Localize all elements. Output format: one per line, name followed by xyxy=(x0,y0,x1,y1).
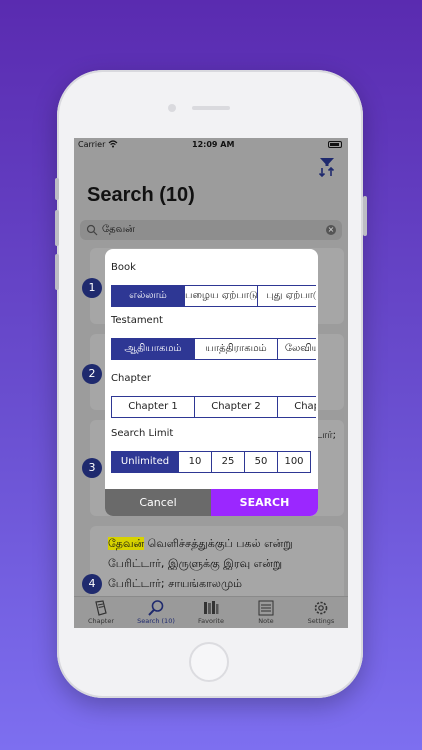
tab-bar: Chapter Search (10) Favorite Note Settin… xyxy=(74,596,348,628)
carrier-label: Carrier xyxy=(78,140,106,149)
book-option-all[interactable]: எல்லாம் xyxy=(111,285,185,307)
search-icon xyxy=(86,224,98,236)
list-icon xyxy=(258,600,274,616)
limit-option-10[interactable]: 10 xyxy=(178,451,212,473)
result-number-badge: 1 xyxy=(82,278,102,298)
search-input[interactable] xyxy=(102,222,312,238)
chapter-segmented-control: Chapter 1 Chapter 2 Chapter 3 xyxy=(111,396,316,418)
tab-label: Settings xyxy=(307,617,335,625)
testament-section-label: Testament xyxy=(111,315,163,326)
books-icon xyxy=(204,601,219,614)
limit-option-50[interactable]: 50 xyxy=(244,451,278,473)
result-verse-text: தேவன் வெளிச்சத்துக்குப் பகல் என்று பேரிட… xyxy=(108,534,330,594)
limit-option-unlimited[interactable]: Unlimited xyxy=(111,451,179,473)
book-section-label: Book xyxy=(111,262,136,273)
camera-icon xyxy=(168,104,176,112)
wifi-icon xyxy=(108,140,118,148)
book-segmented-control: எல்லாம் பழைய ஏற்பாடு புது ஏற்பாடு xyxy=(111,285,316,307)
chapter-option-3[interactable]: Chapter 3 xyxy=(277,396,316,418)
clear-search-icon[interactable]: × xyxy=(326,225,336,235)
search-limit-section-label: Search Limit xyxy=(111,428,174,439)
mute-switch xyxy=(55,178,59,200)
tab-chapter[interactable]: Chapter xyxy=(74,597,128,628)
book-option-old-testament[interactable]: பழைய ஏற்பாடு xyxy=(184,285,258,307)
tab-label: Search (10) xyxy=(137,617,175,625)
tab-label: Note xyxy=(258,617,274,625)
tab-settings[interactable]: Settings xyxy=(294,597,348,628)
tab-note[interactable]: Note xyxy=(239,597,293,628)
search-bar[interactable]: × xyxy=(80,220,342,240)
result-number-badge: 2 xyxy=(82,364,102,384)
search-highlight: தேவன் xyxy=(108,537,145,550)
book-option-new-testament[interactable]: புது ஏற்பாடு xyxy=(257,285,316,307)
testament-option-genesis[interactable]: ஆதியாகமம் xyxy=(111,338,195,360)
volume-up-button xyxy=(55,210,59,246)
gear-icon xyxy=(314,601,328,615)
chapter-option-1[interactable]: Chapter 1 xyxy=(111,396,195,418)
search-options-dialog: Book எல்லாம் பழைய ஏற்பாடு புது ஏற்பாடு T… xyxy=(105,249,318,516)
tab-search[interactable]: Search (10) xyxy=(129,597,183,628)
limit-option-100[interactable]: 100 xyxy=(277,451,311,473)
chapter-option-2[interactable]: Chapter 2 xyxy=(194,396,278,418)
testament-option-exodus[interactable]: யாத்திராகமம் xyxy=(194,338,278,360)
tab-favorite[interactable]: Favorite xyxy=(184,597,238,628)
chapter-section-label: Chapter xyxy=(111,373,151,384)
cancel-button[interactable]: Cancel xyxy=(105,489,211,516)
limit-option-25[interactable]: 25 xyxy=(211,451,245,473)
tab-label: Chapter xyxy=(88,617,114,625)
magnifier-icon xyxy=(148,600,164,616)
home-button[interactable] xyxy=(189,642,229,682)
battery-icon xyxy=(328,141,342,148)
search-limit-segmented-control: Unlimited 10 25 50 100 xyxy=(111,451,316,473)
status-bar: Carrier 12:09 AM xyxy=(74,138,348,152)
search-button[interactable]: SEARCH xyxy=(211,489,318,516)
speaker-grille xyxy=(192,106,230,110)
result-number-badge: 3 xyxy=(82,458,102,478)
power-button xyxy=(363,196,367,236)
book-icon xyxy=(95,600,107,616)
tab-label: Favorite xyxy=(198,617,224,625)
result-number-badge: 4 xyxy=(82,574,102,594)
testament-option-leviticus[interactable]: லேவியராகமம் xyxy=(277,338,316,360)
volume-down-button xyxy=(55,254,59,290)
page-title: Search (10) xyxy=(87,184,195,206)
clock: 12:09 AM xyxy=(192,140,235,149)
filter-sort-icon[interactable] xyxy=(316,156,338,178)
testament-segmented-control: ஆதியாகமம் யாத்திராகமம் லேவியராகமம் xyxy=(111,338,316,360)
